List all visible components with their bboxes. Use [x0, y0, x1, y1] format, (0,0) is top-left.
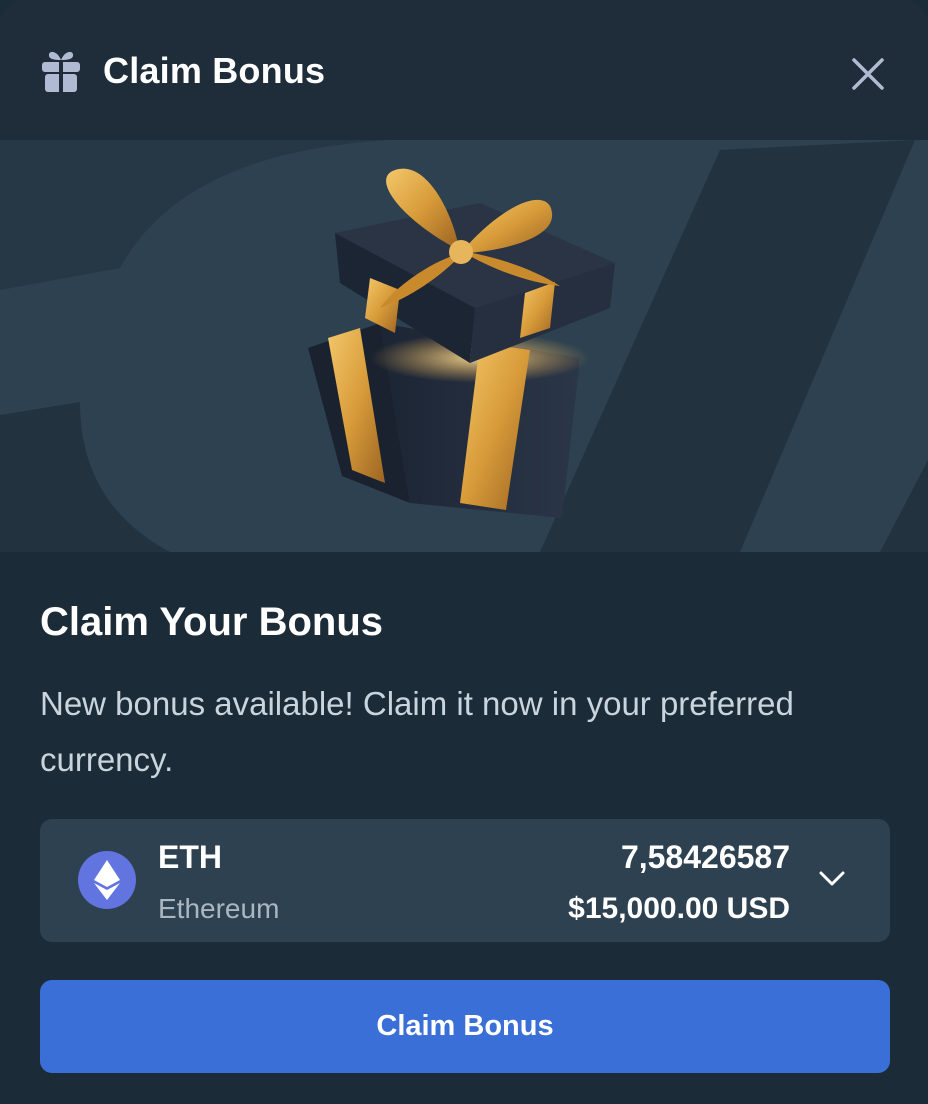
currency-amount: 7,58426587 [620, 839, 790, 875]
modal-header: Claim Bonus [0, 0, 928, 140]
claim-bonus-button[interactable]: Claim Bonus [40, 980, 890, 1073]
currency-select[interactable]: ETH Ethereum 7,58426587 $15,000.00 USD [40, 819, 890, 942]
currency-name: Ethereum [158, 893, 280, 924]
modal-title: Claim Bonus [103, 50, 326, 91]
content-description: New bonus available! Claim it now in you… [40, 685, 794, 778]
gift-icon [42, 51, 80, 92]
currency-code: ETH [158, 839, 222, 875]
currency-usd-value: $15,000.00 USD [568, 892, 790, 925]
ethereum-icon [78, 851, 136, 909]
claim-bonus-modal: Claim Bonus Claim Your Bonus New bonus a… [0, 0, 928, 1104]
content-title: Claim Your Bonus [40, 600, 384, 644]
bonus-banner [0, 140, 928, 552]
close-button[interactable] [840, 46, 896, 102]
chevron-down-icon[interactable] [818, 869, 846, 889]
close-icon [852, 58, 884, 90]
gift-box-image [308, 168, 615, 518]
